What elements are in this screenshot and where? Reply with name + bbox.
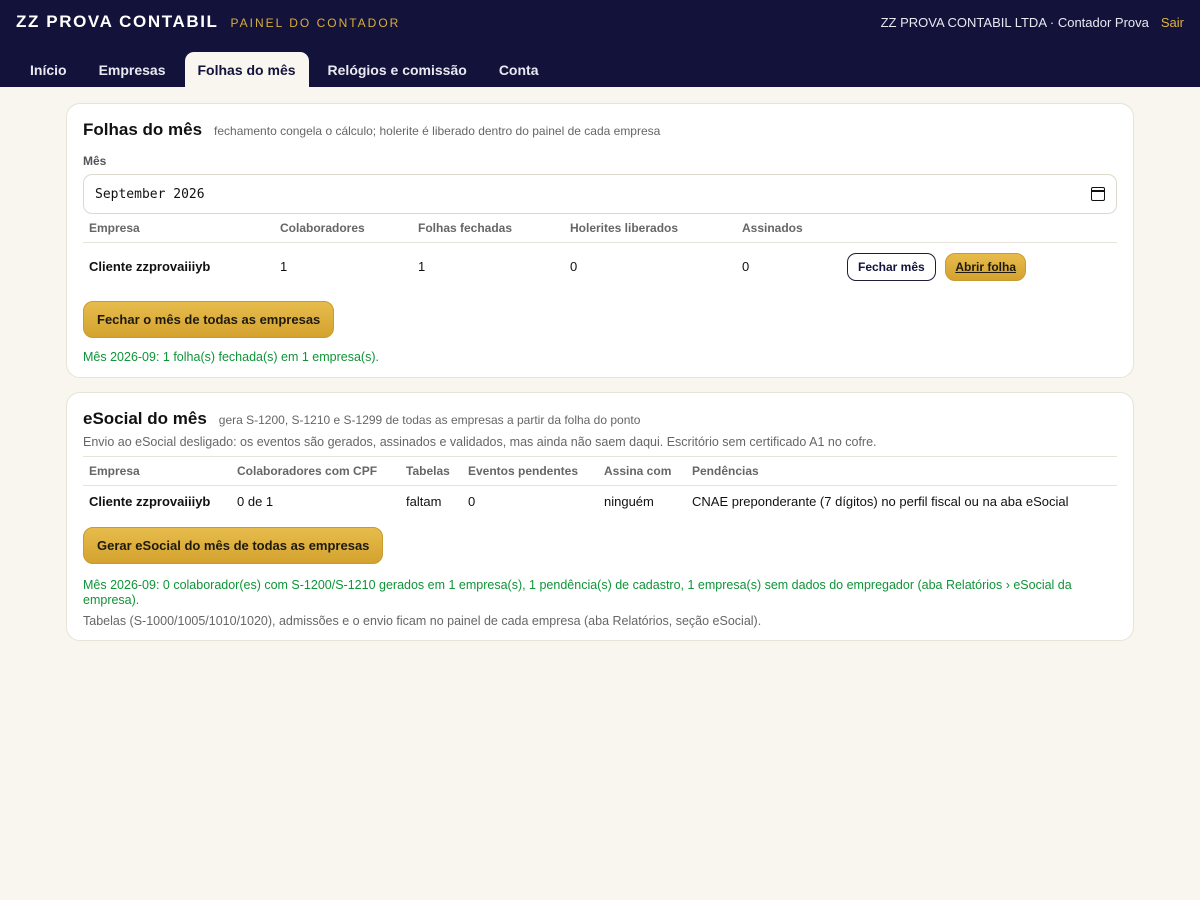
close-month-button[interactable]: Fechar mês: [847, 252, 936, 281]
col-colaboradores: Colaboradores: [274, 214, 412, 243]
row-assinados: 0: [742, 259, 750, 275]
folhas-hint: fechamento congela o cálculo; holerite é…: [214, 124, 661, 138]
month-label: Mês: [83, 154, 107, 168]
col-eventos-pendentes: Eventos pendentes: [462, 456, 598, 486]
brand-row: ZZ PROVA CONTABIL PAINEL DO CONTADOR ZZ …: [0, 0, 1200, 44]
folhas-table: Empresa Colaboradores Folhas fechadas Ho…: [83, 214, 1117, 291]
col-pendencias: Pendências: [686, 456, 1117, 486]
row-folhas-fechadas: 1: [418, 259, 426, 275]
esocial-table-header: Empresa Colaboradores com CPF Tabelas Ev…: [83, 456, 1117, 486]
esocial-status: Mês 2026-09: 0 colaborador(es) com S-120…: [83, 577, 1072, 607]
col-acoes: [841, 214, 1117, 243]
col-colaboradores-cpf: Colaboradores com CPF: [231, 456, 400, 486]
esocial-title: eSocial do mês: [83, 409, 207, 428]
tab-relogios-e-comissao[interactable]: Relógios e comissão: [315, 52, 480, 87]
row-actions: Fechar mês Abrir folha: [841, 243, 1117, 291]
generate-wrap: Gerar eSocial do mês de todas as empresa…: [83, 526, 1117, 564]
open-payroll-button[interactable]: Abrir folha: [945, 252, 1026, 281]
close-all-months-button[interactable]: Fechar o mês de todas as empresas: [83, 300, 335, 338]
row-empresa: Cliente zzprovaiiiyb: [89, 259, 211, 275]
col-esocial-empresa: Empresa: [83, 456, 231, 486]
esocial-header: eSocial do mês gera S-1200, S-1210 e S-1…: [83, 409, 1117, 429]
tab-empresas[interactable]: Empresas: [86, 52, 179, 87]
close-all-wrap: Fechar o mês de todas as empresas: [83, 300, 1117, 338]
esocial-footnote: Tabelas (S-1000/1005/1010/1020), admissõ…: [83, 613, 762, 628]
col-assinados: Assinados: [736, 214, 841, 243]
folhas-header: Folhas do mês fechamento congela o cálcu…: [83, 120, 1117, 140]
esocial-row-pendencias: CNAE preponderante (7 dígitos) no perfil…: [692, 494, 1069, 510]
esocial-table: Empresa Colaboradores com CPF Tabelas Ev…: [83, 456, 1117, 518]
esocial-row-cpf: 0 de 1: [237, 494, 274, 510]
esocial-row-empresa: Cliente zzprovaiiiyb: [89, 494, 211, 510]
esocial-row-assina: ninguém: [604, 494, 654, 510]
esocial-notice: Envio ao eSocial desligado: os eventos s…: [83, 435, 877, 449]
row-holerites: 0: [570, 259, 578, 275]
col-tabelas: Tabelas: [400, 456, 462, 486]
col-empresa: Empresa: [83, 214, 274, 243]
month-value: September 2026: [95, 186, 205, 202]
esocial-row-eventos: 0: [468, 494, 476, 510]
user-area: ZZ PROVA CONTABIL LTDA · Contador Prova …: [881, 15, 1184, 30]
folhas-title: Folhas do mês: [83, 120, 203, 139]
folhas-card: Folhas do mês fechamento congela o cálcu…: [66, 103, 1134, 378]
esocial-card: eSocial do mês gera S-1200, S-1210 e S-1…: [66, 392, 1134, 641]
folhas-status: Mês 2026-09: 1 folha(s) fechada(s) em 1 …: [83, 349, 379, 364]
brand-name: ZZ PROVA CONTABIL: [16, 12, 219, 31]
tab-inicio[interactable]: Início: [17, 52, 80, 87]
tab-folhas-do-mes[interactable]: Folhas do mês: [184, 52, 309, 87]
folhas-table-header: Empresa Colaboradores Folhas fechadas Ho…: [83, 214, 1117, 243]
col-holerites-liberados: Holerites liberados: [564, 214, 736, 243]
col-assina-com: Assina com: [598, 456, 686, 486]
generate-esocial-button[interactable]: Gerar eSocial do mês de todas as empresa…: [83, 526, 384, 564]
user-label: ZZ PROVA CONTABIL LTDA · Contador Prova: [880, 14, 1149, 30]
row-colaboradores: 1: [280, 259, 288, 275]
brand-subtitle: PAINEL DO CONTADOR: [230, 16, 401, 30]
esocial-row-tabelas: faltam: [406, 494, 442, 510]
top-bar: ZZ PROVA CONTABIL PAINEL DO CONTADOR ZZ …: [0, 0, 1200, 87]
table-row: Cliente zzprovaiiiyb 0 de 1 faltam 0 nin…: [83, 486, 1117, 518]
calendar-icon[interactable]: [1091, 187, 1105, 201]
month-input[interactable]: September 2026: [83, 174, 1117, 214]
logout-link[interactable]: Sair: [1161, 15, 1184, 30]
table-row: Cliente zzprovaiiiyb 1 1 0 0 Fechar mês …: [83, 243, 1117, 291]
main-tabs: Início Empresas Folhas do mês Relógios e…: [0, 44, 1200, 87]
col-folhas-fechadas: Folhas fechadas: [412, 214, 564, 243]
esocial-hint: gera S-1200, S-1210 e S-1299 de todas as…: [218, 413, 641, 427]
brand: ZZ PROVA CONTABIL PAINEL DO CONTADOR: [16, 12, 400, 32]
tab-conta[interactable]: Conta: [486, 52, 552, 87]
